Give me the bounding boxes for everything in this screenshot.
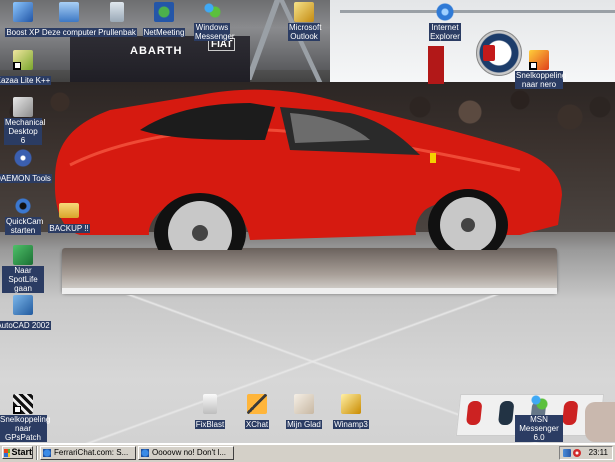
mijn-glad-icon [294, 394, 314, 414]
icon-label: Internet Explorer [429, 23, 461, 41]
start-button[interactable]: Start [2, 446, 33, 459]
task-label: Oooovw no! Don't l... [152, 448, 227, 457]
browser-icon [141, 449, 149, 457]
start-label: Start [11, 447, 32, 457]
msn-messenger-icon [529, 394, 549, 414]
network-icon[interactable] [563, 449, 571, 457]
desktop-icon-daemon-tools[interactable]: DAEMON Tools [0, 148, 60, 186]
desktop-icon-kazaa-lite[interactable]: Kazaa Lite K++ [0, 50, 60, 88]
security-icon[interactable] [573, 449, 581, 457]
desktop-icon-winamp[interactable]: Winamp3 [314, 394, 388, 432]
desktop-icon-mechanical-desktop[interactable]: Mechanical Desktop 6 [0, 97, 60, 148]
webcam-icon [13, 196, 33, 216]
icon-label: Windows Messenger [194, 23, 235, 41]
desktop-icon-microsoft-outlook[interactable]: Microsoft Outlook [267, 2, 341, 44]
task-label: FerrariChat.com: S... [54, 448, 129, 457]
taskbar-separator [36, 446, 38, 460]
icon-label: Snelkoppeling naar nero [515, 71, 567, 89]
spotlife-icon [13, 245, 33, 265]
netmeeting-icon [154, 2, 174, 22]
desktop-icon-nero[interactable]: Snelkoppeling naar nero [502, 50, 576, 92]
outlook-icon [294, 2, 314, 22]
autocad-icon [13, 295, 33, 315]
daemon-tools-icon [13, 148, 33, 168]
icon-label: Winamp3 [333, 420, 369, 429]
kazaa-icon [13, 50, 33, 70]
icon-label: XChat [244, 420, 270, 429]
boost-xp-icon [13, 2, 33, 22]
desktop-icon-msn-messenger[interactable]: MSN Messenger 6.0 [502, 394, 576, 445]
taskbar-button-ferrarichat[interactable]: FerrariChat.com: S... [40, 446, 136, 460]
system-tray: 23:11 [559, 446, 613, 460]
desktop-icon-backup[interactable]: BACKUP !! [32, 200, 106, 236]
alfa-flag [428, 46, 444, 84]
icon-label: BACKUP !! [48, 224, 90, 233]
icon-label: Microsoft Outlook [288, 23, 322, 41]
xchat-icon [247, 394, 267, 414]
taskbar-button-oooovw[interactable]: Oooovw no! Don't l... [138, 446, 234, 460]
windows-logo-icon [4, 448, 11, 457]
icon-label: MSN Messenger 6.0 [515, 415, 563, 442]
desktop-icon-internet-explorer[interactable]: Internet Explorer [408, 2, 482, 44]
folder-icon [59, 203, 79, 218]
nero-icon [529, 50, 549, 70]
platform-rim [62, 288, 557, 294]
messenger-icon [202, 2, 222, 22]
clock[interactable]: 23:11 [589, 447, 608, 459]
gpspatch-icon [13, 394, 33, 414]
desktop-icon-windows-messenger[interactable]: Windows Messenger [175, 2, 249, 44]
computer-icon [59, 2, 79, 22]
desktop-icon-spotlife[interactable]: Naar SpotLife gaan [0, 245, 60, 296]
icon-label: DAEMON Tools [0, 174, 52, 183]
ferrari-car [50, 85, 565, 250]
icon-label: Naar SpotLife gaan [2, 266, 44, 293]
icon-label: Mechanical Desktop 6 [4, 118, 46, 145]
winamp-icon [341, 394, 361, 414]
desktop-icon-autocad[interactable]: AutoCAD 2002 [0, 295, 60, 333]
icon-label: Kazaa Lite K++ [0, 76, 52, 85]
browser-icon [43, 449, 51, 457]
fixblast-icon [203, 394, 217, 414]
display-platform [62, 248, 557, 292]
taskbar: Start FerrariChat.com: S... Oooovw no! D… [0, 443, 615, 462]
desktop-icon-gpspatch[interactable]: Snelkoppeling naar GPsPatch [0, 394, 60, 445]
internet-explorer-icon [435, 2, 455, 22]
abarth-sign: ABARTH [130, 45, 183, 57]
icon-label: AutoCAD 2002 [0, 321, 51, 330]
hand [585, 402, 615, 442]
icon-label: Snelkoppeling naar GPsPatch [0, 415, 51, 442]
recycle-bin-icon [110, 2, 124, 22]
mechanical-desktop-icon [13, 97, 33, 117]
